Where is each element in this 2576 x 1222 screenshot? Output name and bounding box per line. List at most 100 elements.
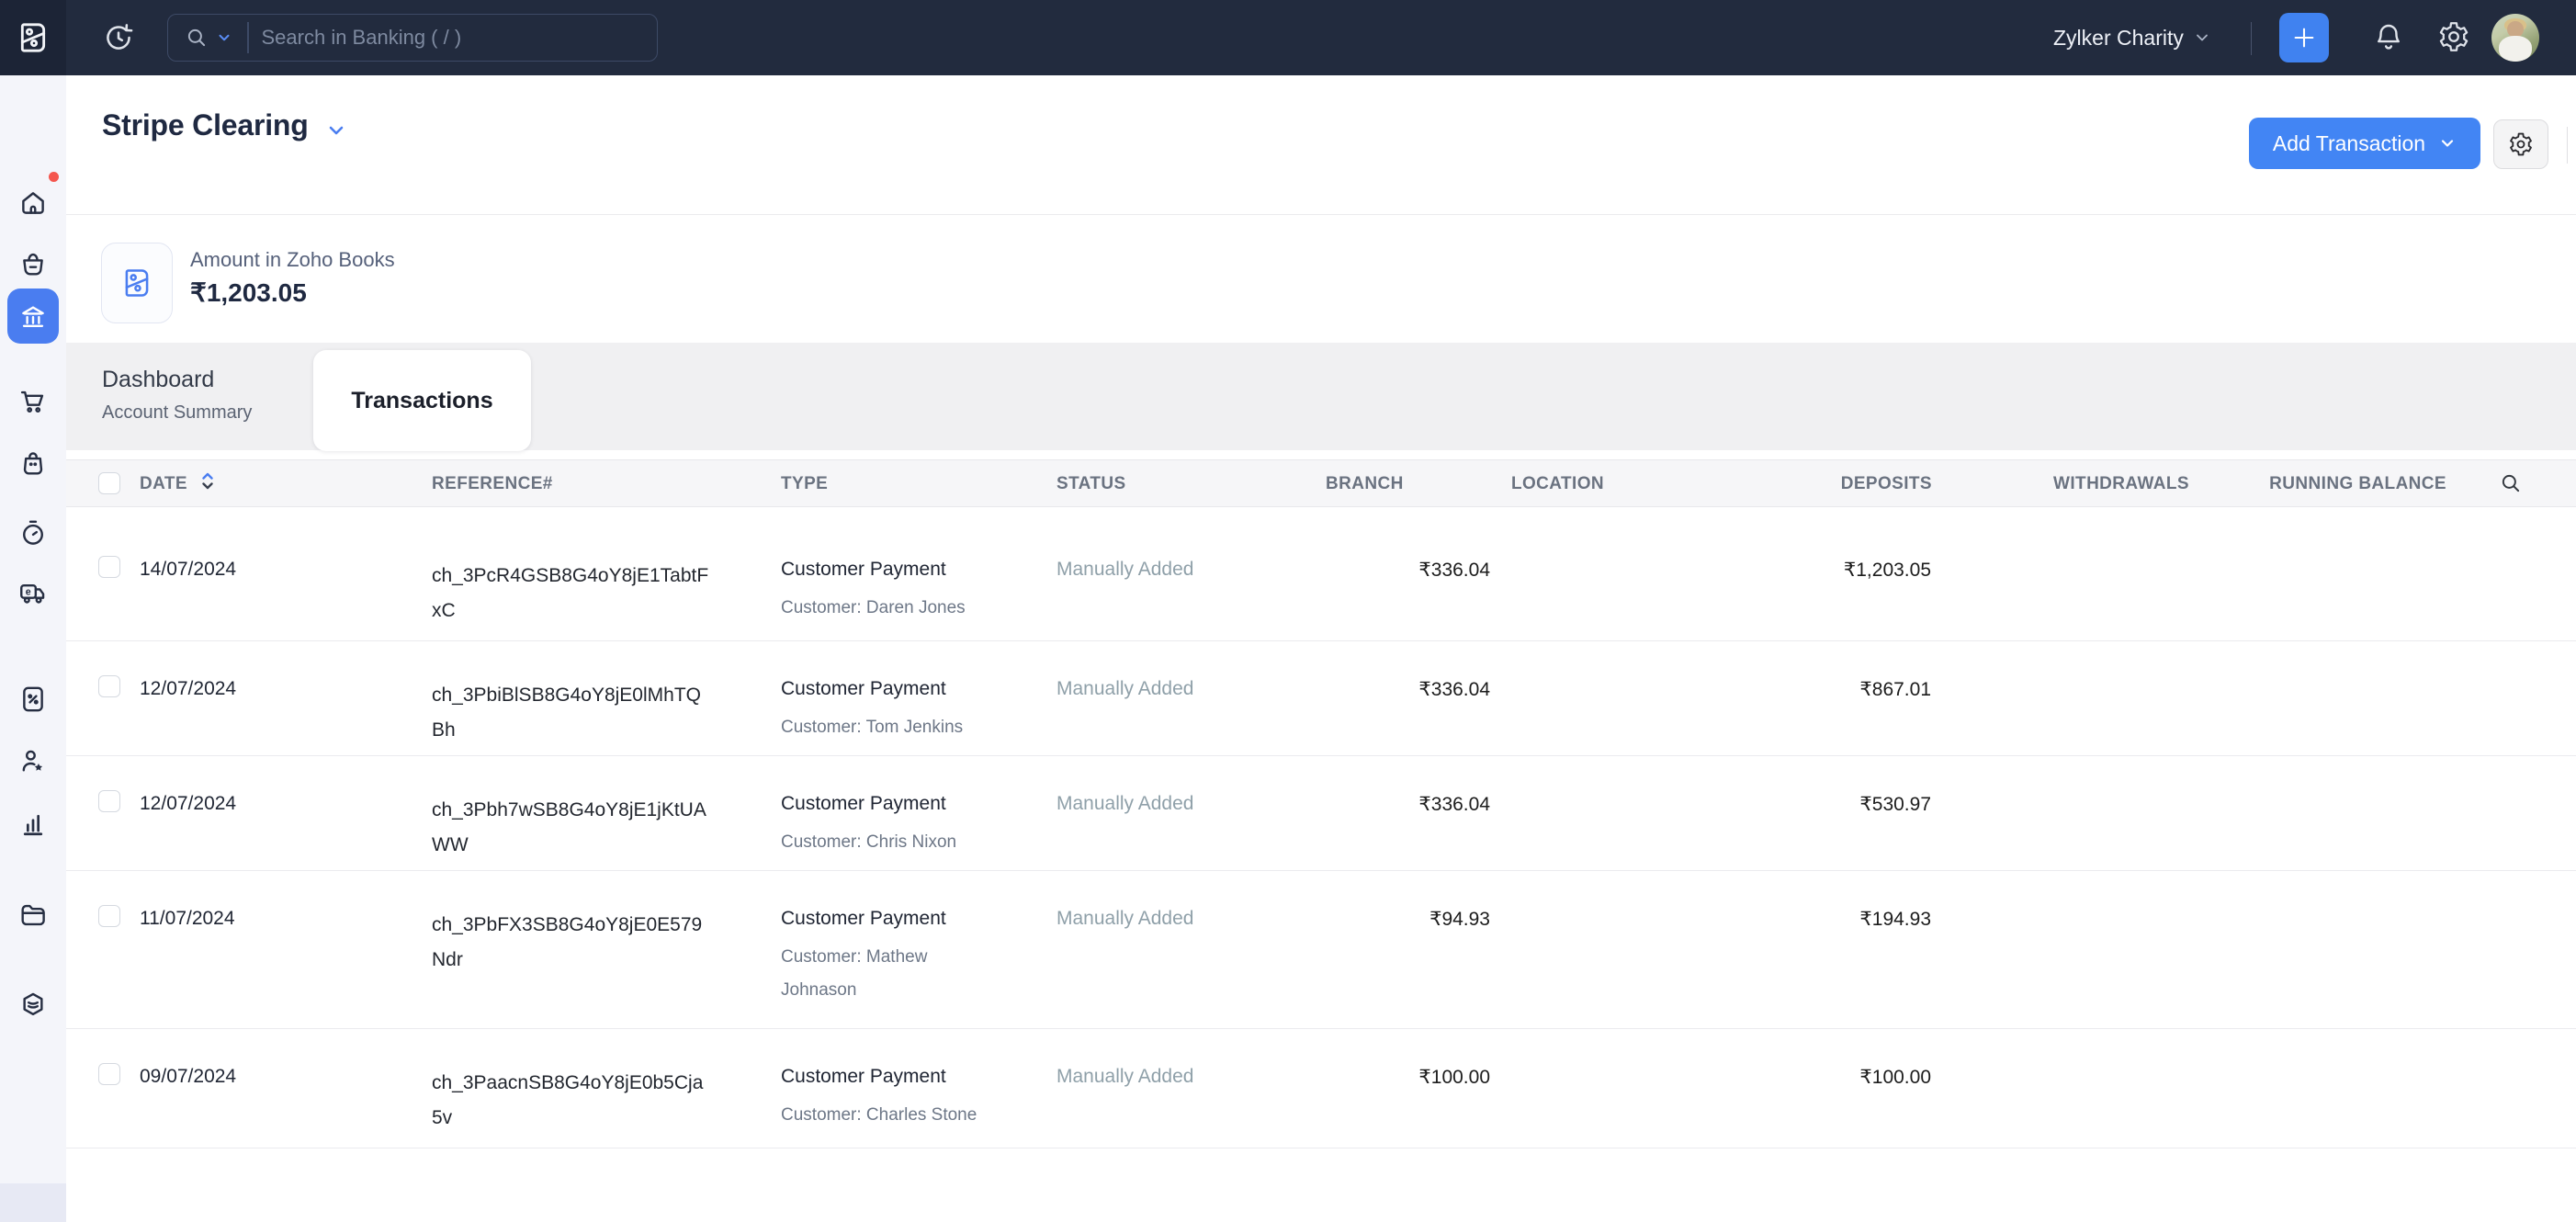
row-reference: ch_3PcR4GSB8G4oY8jE1TabtFxC [432, 559, 713, 628]
topbar-divider [2251, 22, 2252, 55]
eway-bills-truck-icon: e [17, 577, 49, 608]
col-header-withdrawals[interactable]: WITHDRAWALS [2005, 474, 2189, 494]
tab-dashboard-label: Dashboard [102, 367, 252, 393]
table-row[interactable]: 09/07/2024 ch_3PaacnSB8G4oY8jE0b5Cja5v C… [66, 1029, 2576, 1148]
col-header-location[interactable]: LOCATION [1511, 474, 1604, 494]
sidebar-item-documents[interactable] [0, 893, 66, 937]
sidebar-item-reports[interactable] [0, 802, 66, 846]
tab-transactions[interactable]: Transactions [313, 350, 531, 451]
col-header-status[interactable]: STATUS [1056, 474, 1126, 494]
sidebar-item-time-tracking[interactable] [0, 511, 66, 555]
row-date: 09/07/2024 [140, 1066, 236, 1088]
select-all-checkbox[interactable] [98, 472, 120, 494]
amount-summary: Amount in Zoho Books ₹1,203.05 [66, 215, 2576, 343]
row-checkbox[interactable] [98, 675, 120, 697]
row-reference: ch_3Pbh7wSB8G4oY8jE1jKtUAWW [432, 793, 713, 863]
table-row[interactable]: 12/07/2024 ch_3Pbh7wSB8G4oY8jE1jKtUAWW C… [66, 756, 2576, 871]
row-deposit: ₹94.93 [1270, 908, 1490, 931]
sidebar-item-custom-modules[interactable] [0, 983, 66, 1027]
row-running-balance: ₹194.93 [1711, 908, 1931, 931]
row-type: Customer PaymentCustomer: Mathew Johnaso… [781, 908, 985, 1007]
tab-dashboard-sublabel: Account Summary [102, 402, 252, 424]
sidebar: e [0, 75, 66, 1222]
plus-icon [2291, 25, 2317, 51]
amount-label: Amount in Zoho Books [190, 248, 395, 272]
sidebar-item-sales[interactable] [0, 379, 66, 424]
row-type: Customer PaymentCustomer: Daren Jones [781, 559, 985, 625]
row-running-balance: ₹867.01 [1711, 678, 1931, 701]
row-checkbox[interactable] [98, 790, 120, 812]
row-reference: ch_3PbFX3SB8G4oY8jE0E579Ndr [432, 908, 713, 978]
user-avatar[interactable] [2491, 14, 2539, 62]
table-row[interactable]: 14/07/2024 ch_3PcR4GSB8G4oY8jE1TabtFxC C… [66, 507, 2576, 641]
row-checkbox[interactable] [98, 1063, 120, 1085]
sidebar-item-items[interactable] [0, 242, 66, 286]
col-header-deposits[interactable]: DEPOSITS [1748, 474, 1932, 494]
row-date: 12/07/2024 [140, 678, 236, 700]
row-date: 11/07/2024 [140, 908, 235, 930]
col-header-running-balance[interactable]: RUNNING BALANCE [2254, 474, 2446, 494]
org-name: Zylker Charity [2053, 26, 2184, 51]
settings-gear-icon[interactable] [2437, 20, 2470, 53]
row-type: Customer PaymentCustomer: Chris Nixon [781, 793, 985, 859]
row-running-balance: ₹100.00 [1711, 1066, 1931, 1089]
row-reference: ch_3PbiBlSB8G4oY8jE0lMhTQBh [432, 678, 713, 748]
sidebar-item-banking[interactable] [7, 289, 59, 344]
zoho-books-logo[interactable] [0, 0, 66, 75]
row-date: 12/07/2024 [140, 793, 236, 815]
table-row[interactable]: 11/07/2024 ch_3PbFX3SB8G4oY8jE0E579Ndr C… [66, 871, 2576, 1029]
sidebar-item-home[interactable] [0, 181, 66, 225]
zoho-books-logo-icon [15, 19, 51, 56]
accountant-icon [17, 746, 49, 777]
col-header-reference[interactable]: REFERENCE# [432, 474, 553, 494]
gst-percent-icon [17, 684, 49, 715]
col-header-date[interactable]: DATE [140, 474, 187, 494]
documents-folder-icon [17, 900, 49, 931]
search-input[interactable] [262, 26, 574, 50]
org-switcher[interactable]: Zylker Charity [2053, 0, 2211, 75]
col-header-type[interactable]: TYPE [781, 474, 828, 494]
sidebar-item-accountant[interactable] [0, 740, 66, 784]
sidebar-item-gst-filing[interactable] [0, 677, 66, 721]
search-icon [185, 26, 209, 50]
row-type: Customer PaymentCustomer: Charles Stone [781, 1066, 985, 1132]
account-settings-button[interactable] [2493, 119, 2548, 169]
add-transaction-button[interactable]: Add Transaction [2249, 118, 2480, 169]
row-running-balance: ₹1,203.05 [1711, 559, 1931, 582]
global-search[interactable] [167, 14, 658, 62]
date-sort-control[interactable] [202, 472, 213, 490]
col-header-branch[interactable]: BRANCH [1326, 474, 1404, 494]
sidebar-item-purchases[interactable] [0, 440, 66, 484]
quick-create-button[interactable] [2279, 13, 2329, 62]
items-basket-icon [17, 248, 49, 279]
row-customer: Customer: Daren Jones [781, 592, 985, 625]
row-date: 14/07/2024 [140, 559, 236, 581]
notifications-bell-icon[interactable] [2372, 20, 2405, 53]
time-tracking-icon [17, 517, 49, 549]
chevron-down-icon [2193, 28, 2211, 47]
top-navbar: Zylker Charity [0, 0, 2576, 75]
row-checkbox[interactable] [98, 905, 120, 927]
gear-icon [2508, 131, 2534, 157]
row-status: Manually Added [1056, 1066, 1193, 1088]
tab-dashboard[interactable]: Dashboard Account Summary [102, 367, 252, 424]
table-search-icon[interactable] [2499, 471, 2523, 495]
banking-icon [17, 300, 49, 332]
transactions-table-header: DATE REFERENCE# TYPE STATUS BRANCH LOCAT… [66, 459, 2576, 507]
sidebar-item-eway-bills[interactable]: e [0, 571, 66, 615]
row-checkbox[interactable] [98, 556, 120, 578]
row-deposit: ₹336.04 [1270, 559, 1490, 582]
zoho-books-amount-icon [101, 243, 173, 323]
search-scope-chevron-icon[interactable] [216, 29, 232, 46]
page-title: Stripe Clearing [102, 108, 309, 142]
table-row[interactable]: 12/07/2024 ch_3PbiBlSB8G4oY8jE0lMhTQBh C… [66, 641, 2576, 756]
sort-asc-icon [202, 472, 213, 480]
row-customer: Customer: Mathew Johnason [781, 941, 985, 1007]
page-header: Stripe Clearing Add Transaction [66, 75, 2576, 214]
row-type: Customer PaymentCustomer: Tom Jenkins [781, 678, 985, 744]
row-deposit: ₹336.04 [1270, 793, 1490, 816]
row-customer: Customer: Chris Nixon [781, 826, 985, 859]
account-switch-chevron-icon[interactable] [325, 119, 347, 141]
row-running-balance: ₹530.97 [1711, 793, 1931, 816]
recent-history-icon[interactable] [101, 20, 136, 55]
